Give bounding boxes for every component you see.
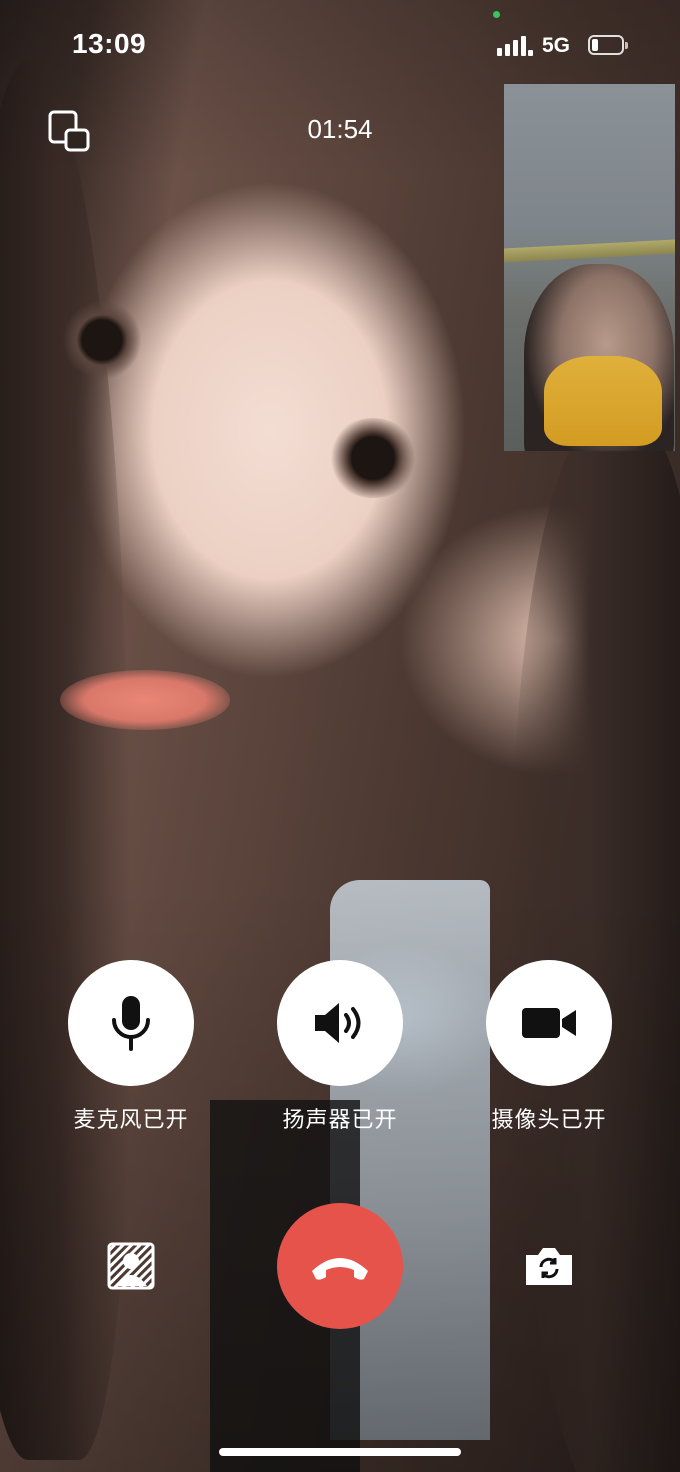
video-camera-icon bbox=[522, 1008, 576, 1038]
minimize-window-button[interactable] bbox=[46, 108, 94, 156]
microphone-icon bbox=[112, 996, 150, 1051]
privacy-indicator-dot bbox=[493, 11, 500, 18]
battery-level-fill bbox=[592, 39, 598, 51]
microphone-label: 麦克风已开 bbox=[73, 1108, 189, 1133]
network-type: 5G bbox=[542, 34, 571, 57]
camera-button[interactable] bbox=[486, 960, 612, 1086]
speaker-button[interactable] bbox=[277, 960, 403, 1086]
speaker-label: 扬声器已开 bbox=[282, 1108, 398, 1133]
status-time: 13:09 bbox=[72, 28, 147, 59]
speaker-icon bbox=[315, 1003, 361, 1043]
speaker-control: 扬声器已开 bbox=[260, 960, 420, 1134]
hang-up-icon bbox=[312, 1258, 368, 1280]
microphone-control: 麦克风已开 bbox=[51, 960, 211, 1134]
background-blur-button[interactable] bbox=[103, 1238, 159, 1294]
self-preview-mask bbox=[544, 356, 662, 446]
floating-window-icon bbox=[48, 110, 90, 152]
cellular-signal-icon bbox=[497, 36, 533, 56]
switch-camera-button[interactable] bbox=[521, 1238, 577, 1294]
camera-label: 摄像头已开 bbox=[491, 1108, 607, 1133]
camera-control: 摄像头已开 bbox=[469, 960, 629, 1134]
self-preview-window[interactable] bbox=[504, 84, 675, 451]
hang-up-button[interactable] bbox=[277, 1203, 403, 1329]
self-preview-background bbox=[504, 239, 675, 263]
video-call-screen: 13:09 5G 01:54 麦克风已开 扬声器已开 摄像头已开 bbox=[0, 0, 680, 1472]
battery-icon bbox=[588, 35, 628, 55]
blur-background-icon bbox=[107, 1242, 155, 1290]
microphone-button[interactable] bbox=[68, 960, 194, 1086]
call-duration-timer: 01:54 bbox=[307, 114, 373, 144]
home-indicator[interactable] bbox=[219, 1448, 461, 1456]
switch-camera-icon bbox=[526, 1248, 572, 1285]
